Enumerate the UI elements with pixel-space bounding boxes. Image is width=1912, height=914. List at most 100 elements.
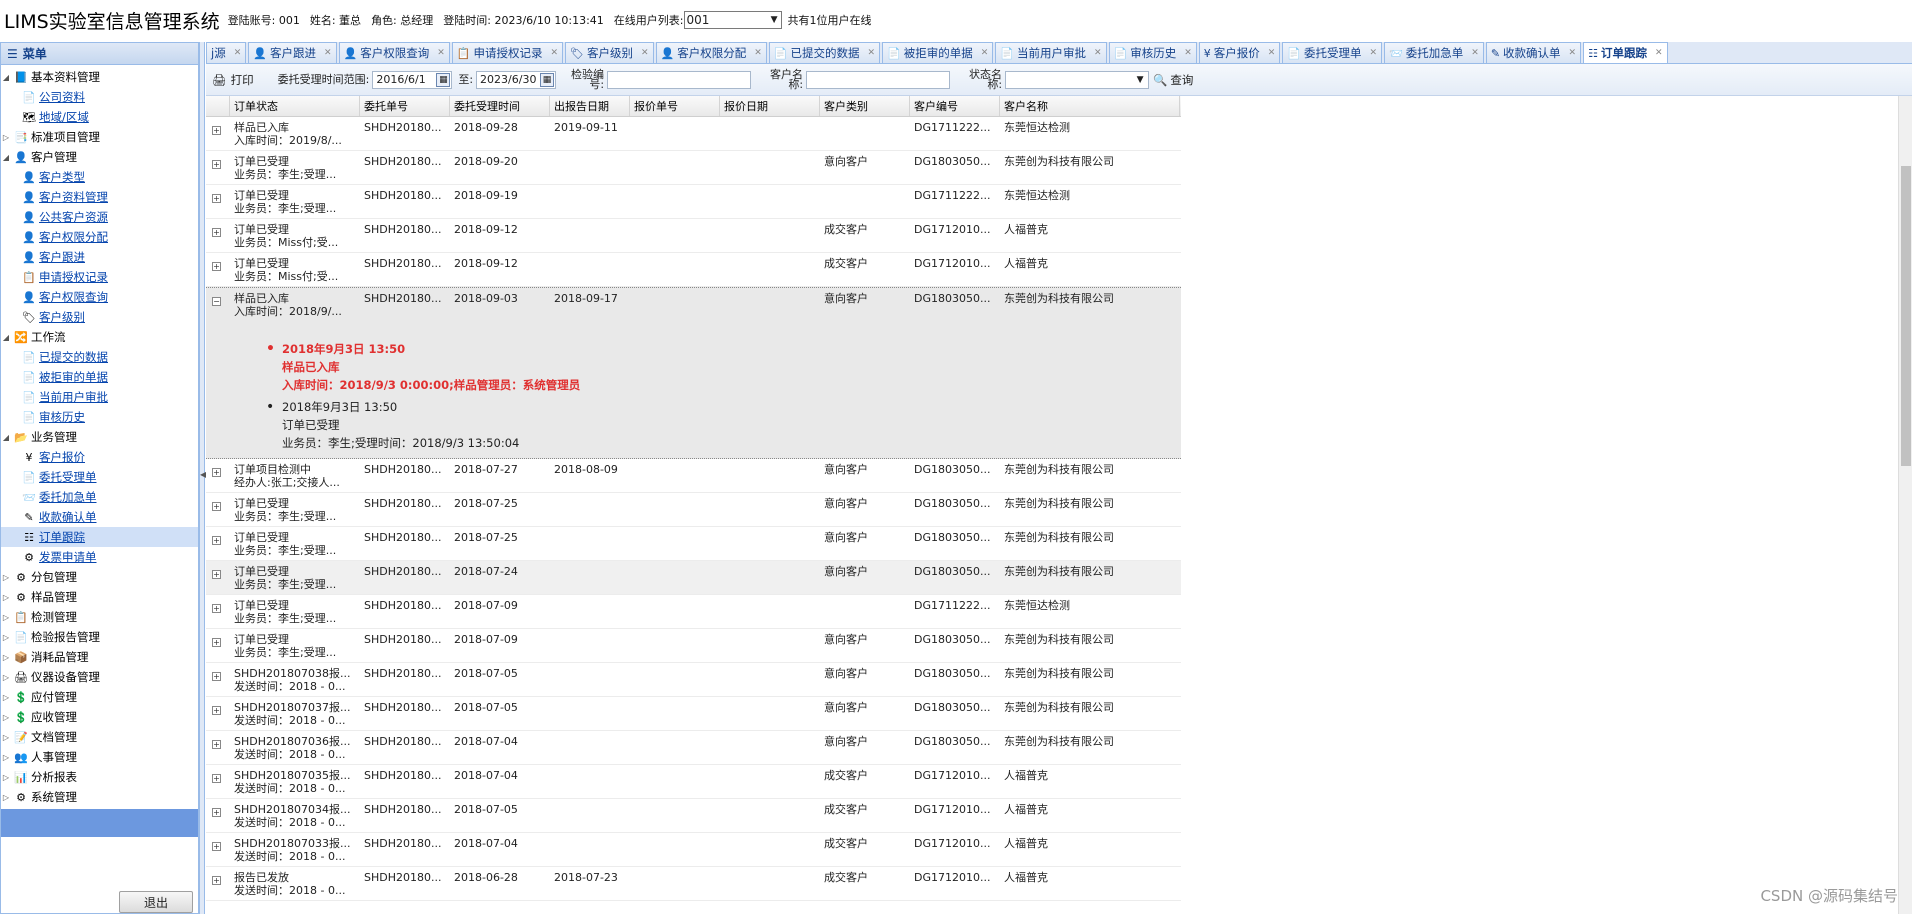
- row-expander[interactable]: +: [206, 253, 230, 286]
- tab-9[interactable]: 📄 审核历史 ✕: [1108, 42, 1197, 63]
- table-row[interactable]: + 订单已受理 业务员：李生;受理... SHDH20180... 2018-07-09…: [206, 629, 1181, 663]
- row-expander[interactable]: +: [206, 185, 230, 218]
- expand-icon[interactable]: +: [212, 468, 221, 477]
- close-icon[interactable]: ✕: [641, 48, 649, 58]
- menu-item[interactable]: ▷ ⚙ 分包管理: [1, 567, 198, 587]
- menu-item[interactable]: 👤 客户跟进: [1, 247, 198, 267]
- row-expander[interactable]: +: [206, 117, 230, 150]
- date-to-input[interactable]: 2023/6/30 ▦: [476, 70, 557, 89]
- expand-toggle-icon[interactable]: ▷: [1, 593, 11, 602]
- menu-item[interactable]: ▷ 📝 文档管理: [1, 727, 198, 747]
- row-expander[interactable]: +: [206, 493, 230, 526]
- column-header[interactable]: 客户编号: [910, 96, 1000, 116]
- scrollbar-thumb[interactable]: [1901, 166, 1911, 466]
- table-row[interactable]: + 订单已受理 业务员：李生;受理... SHDH20180... 2018-09-19…: [206, 185, 1181, 219]
- expand-icon[interactable]: +: [212, 774, 221, 783]
- table-row[interactable]: + SHDH201807038报... 发送时间：2018 - 0... SHDH20…: [206, 663, 1181, 697]
- column-header[interactable]: 客户名称: [1000, 96, 1180, 116]
- print-button[interactable]: 🖨 打印: [212, 72, 254, 88]
- tab-4[interactable]: 🏷 客户级别 ✕: [565, 42, 654, 63]
- menu-item[interactable]: 👤 客户类型: [1, 167, 198, 187]
- expand-toggle-icon[interactable]: ◢: [1, 153, 11, 162]
- expand-toggle-icon[interactable]: ▷: [1, 733, 11, 742]
- logout-button[interactable]: 退出: [119, 891, 193, 913]
- table-row[interactable]: + 订单已受理 业务员：Miss付;受... SHDH20180... 2018-09-…: [206, 253, 1181, 287]
- tab-2[interactable]: 👤 客户权限查询 ✕: [338, 42, 450, 63]
- menu-item[interactable]: ◢ 📘 基本资料管理: [1, 67, 198, 87]
- close-icon[interactable]: ✕: [324, 48, 332, 58]
- row-expander[interactable]: +: [206, 629, 230, 662]
- row-expander[interactable]: +: [206, 151, 230, 184]
- menu-item[interactable]: 📄 公司资料: [1, 87, 198, 107]
- menu-item[interactable]: ▷ 👥 人事管理: [1, 747, 198, 767]
- table-row[interactable]: + SHDH201807036报... 发送时间：2018 - 0... SHDH20…: [206, 731, 1181, 765]
- table-row[interactable]: + 样品已入库 入库时间：2019/8/... SHDH20180... 2018-09…: [206, 117, 1181, 151]
- vertical-scrollbar[interactable]: [1898, 96, 1912, 914]
- tab-11[interactable]: 📄 委托受理单 ✕: [1282, 42, 1383, 63]
- row-expander[interactable]: +: [206, 799, 230, 832]
- expand-toggle-icon[interactable]: ▷: [1, 673, 11, 682]
- tab-6[interactable]: 📄 已提交的数据 ✕: [768, 42, 881, 63]
- close-icon[interactable]: ✕: [1471, 48, 1479, 58]
- column-header[interactable]: 报价日期: [720, 96, 820, 116]
- menu-item[interactable]: 👤 公共客户资源: [1, 207, 198, 227]
- menu-item[interactable]: ☷ 订单跟踪: [1, 527, 198, 547]
- expand-toggle-icon[interactable]: ▷: [1, 693, 11, 702]
- expand-icon[interactable]: +: [212, 262, 221, 271]
- expand-icon[interactable]: +: [212, 502, 221, 511]
- expand-icon[interactable]: +: [212, 228, 221, 237]
- table-row[interactable]: + SHDH201807037报... 发送时间：2018 - 0... SHDH20…: [206, 697, 1181, 731]
- expand-icon[interactable]: +: [212, 808, 221, 817]
- row-expander[interactable]: +: [206, 459, 230, 492]
- customer-name-input[interactable]: [806, 70, 951, 89]
- expand-toggle-icon[interactable]: ◢: [1, 333, 11, 342]
- expand-icon[interactable]: +: [212, 638, 221, 647]
- table-row[interactable]: + 订单项目检测中 经办人:张工;交接人... SHDH20180... 2018-07…: [206, 459, 1181, 493]
- menu-item[interactable]: ▷ 📑 标准项目管理: [1, 127, 198, 147]
- row-expander[interactable]: +: [206, 833, 230, 866]
- table-row[interactable]: + 订单已受理 业务员：李生;受理... SHDH20180... 2018-07-25…: [206, 493, 1181, 527]
- menu-item[interactable]: ▷ 📊 分析报表: [1, 767, 198, 787]
- tab-12[interactable]: 📨 委托加急单 ✕: [1384, 42, 1484, 63]
- menu-item[interactable]: 📋 申请授权记录: [1, 267, 198, 287]
- table-row[interactable]: + 订单已受理 业务员：李生;受理... SHDH20180... 2018-07-09…: [206, 595, 1181, 629]
- menu-item[interactable]: ✎ 收款确认单: [1, 507, 198, 527]
- table-row[interactable]: + 报告已发放 发送时间：2018 - 0... SHDH20180... 2018-0…: [206, 867, 1181, 901]
- menu-item[interactable]: ◢ 👤 客户管理: [1, 147, 198, 167]
- column-header[interactable]: 出报告日期: [550, 96, 630, 116]
- close-icon[interactable]: ✕: [1569, 48, 1577, 58]
- menu-item[interactable]: ▷ ⚙ 样品管理: [1, 587, 198, 607]
- expand-toggle-icon[interactable]: ◢: [1, 73, 11, 82]
- menu-item[interactable]: ▷ 📦 消耗品管理: [1, 647, 198, 667]
- table-row[interactable]: + SHDH201807033报... 发送时间：2018 - 0... SHDH20…: [206, 833, 1181, 867]
- expand-toggle-icon[interactable]: ▷: [1, 133, 11, 142]
- close-icon[interactable]: ✕: [981, 48, 989, 58]
- expand-toggle-icon[interactable]: ▷: [1, 633, 11, 642]
- expand-icon[interactable]: +: [212, 672, 221, 681]
- tab-14[interactable]: ☷ 订单跟踪 ✕: [1583, 42, 1668, 63]
- online-users-select[interactable]: 001 ▼: [683, 11, 782, 29]
- expand-icon[interactable]: +: [212, 570, 221, 579]
- tab-8[interactable]: 📄 当前用户审批 ✕: [995, 42, 1107, 63]
- menu-item[interactable]: 🏷 客户级别: [1, 307, 198, 327]
- expand-toggle-icon[interactable]: ▷: [1, 773, 11, 782]
- tab-1[interactable]: 👤 客户跟进 ✕: [248, 42, 337, 63]
- menu-item[interactable]: ▷ 💲 应收管理: [1, 707, 198, 727]
- expand-icon[interactable]: +: [212, 842, 221, 851]
- expand-toggle-icon[interactable]: ▷: [1, 753, 11, 762]
- close-icon[interactable]: ✕: [1370, 48, 1378, 58]
- expand-icon[interactable]: +: [212, 194, 221, 203]
- query-button[interactable]: 🔍 查询: [1153, 72, 1193, 88]
- expand-toggle-icon[interactable]: ▷: [1, 613, 11, 622]
- close-icon[interactable]: ✕: [754, 48, 762, 58]
- row-expander[interactable]: +: [206, 527, 230, 560]
- table-row[interactable]: + SHDH201807035报... 发送时间：2018 - 0... SHDH20…: [206, 765, 1181, 799]
- column-header[interactable]: 委托单号: [360, 96, 450, 116]
- status-name-select[interactable]: ▼: [1005, 70, 1150, 89]
- close-icon[interactable]: ✕: [437, 48, 445, 58]
- menu-item[interactable]: 👤 客户权限分配: [1, 227, 198, 247]
- tab-0[interactable]: j源 ✕: [206, 42, 247, 63]
- menu-item[interactable]: ◢ 🔀 工作流: [1, 327, 198, 347]
- expand-toggle-icon[interactable]: ▷: [1, 653, 11, 662]
- close-icon[interactable]: ✕: [1655, 48, 1663, 58]
